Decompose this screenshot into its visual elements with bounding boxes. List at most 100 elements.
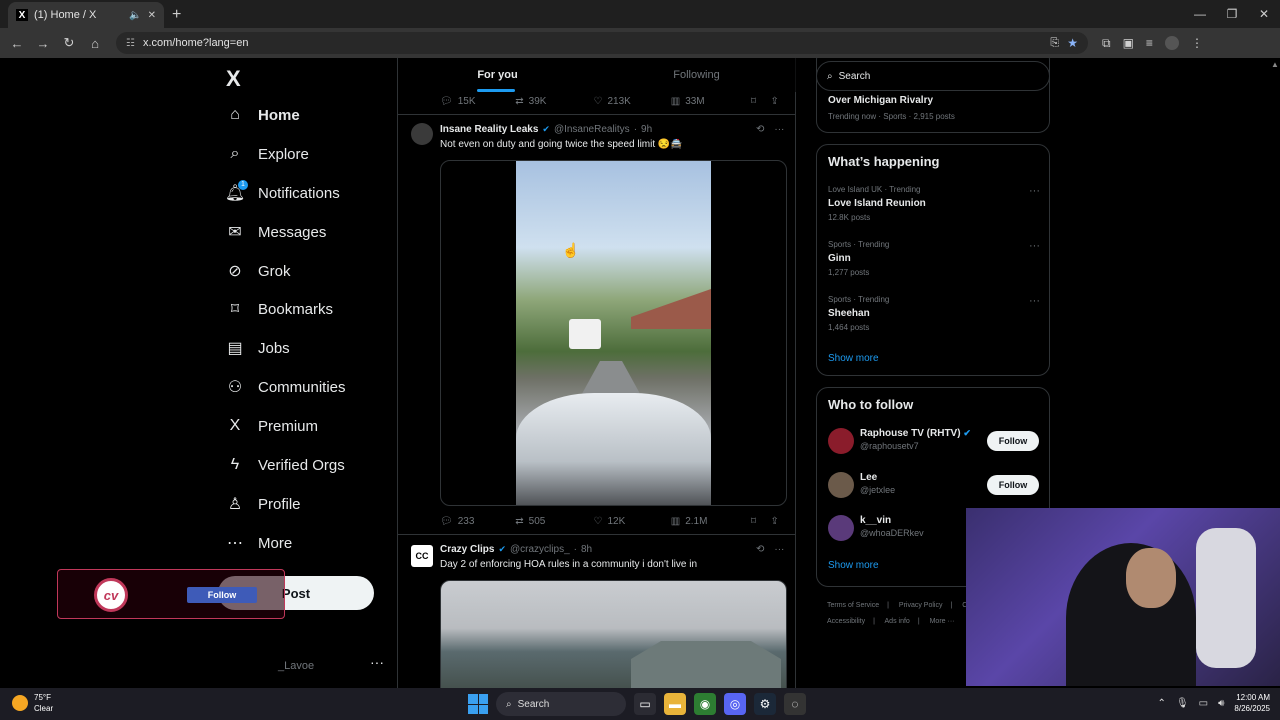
post-author-handle[interactable]: @InsaneRealitys xyxy=(554,124,630,135)
site-info-icon[interactable]: ☷ xyxy=(126,38,135,49)
trend-item[interactable]: Over Michigan Rivalry Trending now · Spo… xyxy=(828,91,1040,121)
footer-link[interactable]: Ads info xyxy=(885,618,910,625)
avatar[interactable] xyxy=(828,515,854,541)
account-switcher[interactable]: _Lavoe ··· xyxy=(218,646,388,686)
sidepanel-icon[interactable]: ▣ xyxy=(1123,36,1134,51)
reload-icon[interactable]: ↻ xyxy=(58,35,80,51)
bookmark-action-icon[interactable]: ⌑ xyxy=(751,516,771,527)
minimize-icon[interactable]: — xyxy=(1184,0,1216,28)
post-video[interactable] xyxy=(440,160,787,506)
weather-widget[interactable]: 75°F Clear xyxy=(12,692,53,714)
post-image[interactable] xyxy=(440,580,787,688)
search-input[interactable]: ⌕ Search xyxy=(816,61,1050,91)
follow-suggestion[interactable]: Lee @jetxlee Follow xyxy=(828,472,1040,500)
trend-more-icon[interactable]: ··· xyxy=(1029,240,1040,252)
repost-action[interactable]: ⇄ 505 xyxy=(515,516,593,527)
sidebar-item-communities[interactable]: ⚇ Communities xyxy=(226,378,346,397)
sidebar-item-jobs[interactable]: ▤ Jobs xyxy=(226,339,289,358)
sidebar-item-home[interactable]: ⌂ Home xyxy=(226,106,300,124)
follow-button[interactable]: Follow xyxy=(987,431,1039,451)
clock[interactable]: 12:00 AM 8/26/2025 xyxy=(1234,692,1270,714)
avatar[interactable] xyxy=(828,472,854,498)
sidebar-item-profile[interactable]: ♙ Profile xyxy=(226,495,301,514)
post-avatar[interactable]: CC xyxy=(411,545,433,567)
sidebar-item-explore[interactable]: ⌕ Explore xyxy=(226,145,309,163)
trend-item[interactable]: Sports · Trending Sheehan 1,464 posts ··… xyxy=(828,295,1040,332)
like-action[interactable]: ♡ 12K xyxy=(594,516,671,527)
show-more-link[interactable]: Show more xyxy=(828,353,879,364)
views-action[interactable]: ▥ 2.1M xyxy=(671,516,751,527)
speaker-icon[interactable]: 🔈 xyxy=(129,10,141,21)
reply-action[interactable]: 💬︎ 15K xyxy=(440,96,515,107)
profile-avatar-icon[interactable] xyxy=(1164,35,1179,50)
sidebar-item-grok[interactable]: ⊘ Grok xyxy=(226,262,290,281)
forward-icon[interactable]: → xyxy=(32,36,54,51)
media-icon[interactable]: ≡ xyxy=(1146,36,1153,51)
tab-for-you[interactable]: For you xyxy=(398,58,597,92)
post-author-name[interactable]: Crazy Clips xyxy=(440,544,494,555)
share-icon[interactable]: ⇪ xyxy=(770,96,790,107)
trend-item[interactable]: Sports · Trending Ginn 1,277 posts ··· xyxy=(828,240,1040,277)
close-window-icon[interactable]: ✕ xyxy=(1248,0,1280,28)
post-time[interactable]: 9h xyxy=(641,124,652,135)
x-logo[interactable]: X xyxy=(226,66,241,92)
footer-link[interactable]: Accessibility xyxy=(827,618,865,625)
account-more-icon[interactable]: ··· xyxy=(370,654,384,670)
post-more-icon[interactable]: ··· xyxy=(774,124,784,135)
chevron-up-icon[interactable]: ⌃ xyxy=(1158,698,1166,709)
post-more-icon[interactable]: ··· xyxy=(774,544,784,555)
grok-explain-icon[interactable]: ⟲ xyxy=(756,544,764,555)
bookmark-action-icon[interactable]: ⌑ xyxy=(751,96,771,107)
windows-start-icon[interactable] xyxy=(468,694,488,714)
repost-action[interactable]: ⇄ 39K xyxy=(515,96,593,107)
trend-more-icon[interactable]: ··· xyxy=(1029,185,1040,197)
share-icon[interactable]: ⇪ xyxy=(770,516,790,527)
sidebar-item-messages[interactable]: ✉ Messages xyxy=(226,223,326,242)
views-action[interactable]: ▥ 33M xyxy=(671,96,751,107)
browser-tab[interactable]: X (1) Home / X 🔈 ✕ xyxy=(8,2,164,28)
address-bar[interactable]: ☷ x.com/home?lang=en ⎘ ★ xyxy=(116,32,1088,54)
extensions-icon[interactable]: ⧉ xyxy=(1102,36,1111,51)
taskbar-search[interactable]: ⌕ Search xyxy=(496,692,626,716)
menu-icon[interactable]: ⋮ xyxy=(1191,36,1203,51)
follow-suggestion[interactable]: Raphouse TV (RHTV) ✔ @raphousetv7 Follow xyxy=(828,428,1040,456)
task-view-icon[interactable]: ▭ xyxy=(634,693,656,715)
scroll-up-icon[interactable]: ▲ xyxy=(1271,60,1279,69)
reply-action[interactable]: 💬︎ 233 xyxy=(440,516,515,527)
footer-link[interactable]: Terms of Service xyxy=(827,602,879,609)
follow-button[interactable]: Follow xyxy=(987,475,1039,495)
new-tab-button[interactable]: + xyxy=(172,2,181,28)
home-browser-icon[interactable]: ⌂ xyxy=(84,36,106,51)
sidebar-item-verified-orgs[interactable]: ϟ Verified Orgs xyxy=(226,456,345,474)
post-author-handle[interactable]: @crazyclips_ xyxy=(510,544,570,555)
grok-explain-icon[interactable]: ⟲ xyxy=(756,124,764,135)
trend-item[interactable]: Love Island UK · Trending Love Island Re… xyxy=(828,185,1040,222)
post-avatar[interactable] xyxy=(411,123,433,145)
trend-more-icon[interactable]: ··· xyxy=(1029,295,1040,307)
like-action[interactable]: ♡ 213K xyxy=(594,96,671,107)
bookmark-star-icon[interactable]: ★ xyxy=(1067,36,1078,50)
show-more-link[interactable]: Show more xyxy=(828,560,879,571)
post-time[interactable]: 8h xyxy=(581,544,592,555)
chrome-icon[interactable]: ◉ xyxy=(694,693,716,715)
steam-icon[interactable]: ⚙ xyxy=(754,693,776,715)
install-icon[interactable]: ⎘ xyxy=(1050,37,1059,50)
sidebar-item-premium[interactable]: X Premium xyxy=(226,417,318,435)
post-author-name[interactable]: Insane Reality Leaks xyxy=(440,124,538,135)
display-icon[interactable]: ▭ xyxy=(1199,698,1208,709)
microphone-icon[interactable]: 🎙︎ xyxy=(1176,698,1189,709)
discord-icon[interactable]: ◎ xyxy=(724,693,746,715)
sidebar-item-notifications[interactable]: 🔔︎ 1 Notifications xyxy=(225,180,340,202)
file-explorer-icon[interactable]: ▬ xyxy=(664,693,686,715)
avatar[interactable] xyxy=(828,428,854,454)
post-item[interactable]: Insane Reality Leaks ✔ @InsaneRealitys ·… xyxy=(398,115,796,533)
close-tab-icon[interactable]: ✕ xyxy=(148,10,156,21)
sidebar-item-bookmarks[interactable]: ⌑ Bookmarks xyxy=(226,300,333,319)
footer-link[interactable]: More ··· xyxy=(930,618,955,625)
tab-following[interactable]: Following xyxy=(597,58,796,92)
back-icon[interactable]: ← xyxy=(6,36,28,51)
footer-link[interactable]: Privacy Policy xyxy=(899,602,943,609)
volume-icon[interactable]: 🔊︎ xyxy=(1218,698,1224,709)
sidebar-item-more[interactable]: ⋯ More xyxy=(226,534,292,553)
restore-icon[interactable]: ❐ xyxy=(1216,0,1248,28)
